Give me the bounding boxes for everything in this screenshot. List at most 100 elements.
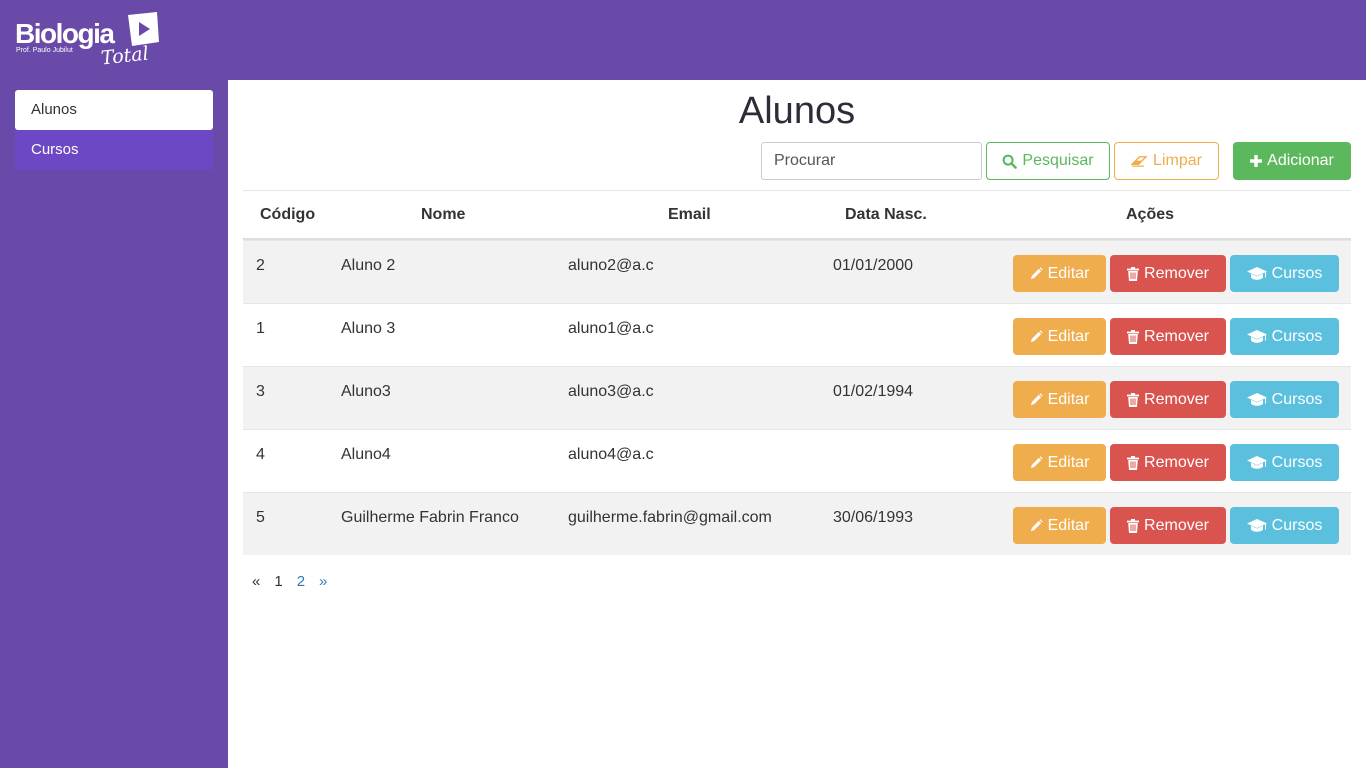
edit-button-label: Editar <box>1047 516 1090 534</box>
table-row: 1 Aluno 3 aluno1@a.c Editar Remover Cursos <box>243 303 1351 366</box>
trash-icon <box>1127 455 1140 470</box>
header-code: Código <box>260 206 316 223</box>
remove-button[interactable]: Remover <box>1110 444 1226 481</box>
brand-logo[interactable]: Biologia Prof. Paulo Jubilut Total <box>15 12 165 72</box>
pagination-page-2[interactable]: 2 <box>290 573 312 590</box>
edit-button[interactable]: Editar <box>1013 381 1106 418</box>
edit-button-label: Editar <box>1047 264 1090 282</box>
trash-icon <box>1127 266 1140 281</box>
edit-button[interactable]: Editar <box>1013 318 1106 355</box>
courses-button-label: Cursos <box>1271 516 1323 534</box>
clear-button[interactable]: Limpar <box>1114 142 1219 180</box>
cell-email: aluno1@a.c <box>568 320 654 337</box>
search-icon <box>1002 154 1018 169</box>
graduation-cap-icon <box>1246 266 1267 281</box>
edit-button[interactable]: Editar <box>1013 255 1106 292</box>
cell-name: Aluno4 <box>341 446 391 463</box>
graduation-cap-icon <box>1246 518 1267 533</box>
cell-code: 3 <box>256 383 265 400</box>
trash-icon <box>1127 329 1140 344</box>
courses-button[interactable]: Cursos <box>1230 381 1339 418</box>
page-title: Alunos <box>738 90 856 132</box>
cell-email: guilherme.fabrin@gmail.com <box>568 509 772 526</box>
cell-birth-date: 01/02/1994 <box>833 383 914 400</box>
cell-email: aluno2@a.c <box>568 257 654 274</box>
courses-button[interactable]: Cursos <box>1230 444 1339 481</box>
cell-name: Aluno 3 <box>341 320 396 337</box>
edit-button-label: Editar <box>1047 390 1090 408</box>
cell-birth-date: 01/01/2000 <box>833 257 914 274</box>
brand-subtitle: Prof. Paulo Jubilut <box>16 47 73 54</box>
remove-button-label: Remover <box>1144 390 1209 408</box>
table-header: Código Nome Email Data Nasc. Ações <box>243 191 1351 240</box>
courses-button[interactable]: Cursos <box>1230 255 1339 292</box>
remove-button-label: Remover <box>1144 453 1209 471</box>
table-row: 3 Aluno3 aluno3@a.c 01/02/1994 Editar Remover… <box>243 366 1351 429</box>
pagination-next[interactable]: » <box>312 573 334 590</box>
play-icon <box>124 12 160 46</box>
cell-name: Aluno3 <box>341 383 391 400</box>
header-birth: Data Nasc. <box>845 206 927 223</box>
cell-birth-date: 30/06/1993 <box>833 509 914 526</box>
remove-button-label: Remover <box>1144 516 1209 534</box>
brand-name: Biologia <box>15 18 115 49</box>
sidebar-item-cursos[interactable]: Cursos <box>15 130 213 170</box>
courses-button-label: Cursos <box>1271 453 1323 471</box>
pagination-page-1[interactable]: 1 <box>267 573 289 590</box>
edit-button[interactable]: Editar <box>1013 507 1106 544</box>
cell-code: 1 <box>256 320 265 337</box>
courses-button-label: Cursos <box>1271 264 1323 282</box>
eraser-icon <box>1131 155 1148 168</box>
cell-code: 2 <box>256 257 265 274</box>
cell-email: aluno4@a.c <box>568 446 654 463</box>
header-actions: Ações <box>1126 206 1175 223</box>
cell-code: 5 <box>256 509 265 526</box>
cell-code: 4 <box>256 446 265 463</box>
pencil-icon <box>1030 267 1043 280</box>
cell-name: Guilherme Fabrin Franco <box>341 509 519 526</box>
courses-button-label: Cursos <box>1271 327 1323 345</box>
courses-button-label: Cursos <box>1271 390 1323 408</box>
trash-icon <box>1127 392 1140 407</box>
graduation-cap-icon <box>1246 329 1267 344</box>
students-table: Código Nome Email Data Nasc. Ações 2 Alun… <box>243 190 1351 555</box>
cell-email: aluno3@a.c <box>568 383 654 400</box>
sidebar-item-alunos[interactable]: Alunos <box>15 90 213 130</box>
header-name: Nome <box>421 206 466 223</box>
courses-button[interactable]: Cursos <box>1230 507 1339 544</box>
top-header: Biologia Prof. Paulo Jubilut Total <box>0 0 1366 80</box>
edit-button[interactable]: Editar <box>1013 444 1106 481</box>
remove-button[interactable]: Remover <box>1110 381 1226 418</box>
remove-button[interactable]: Remover <box>1110 255 1226 292</box>
search-input[interactable] <box>761 142 982 180</box>
courses-button[interactable]: Cursos <box>1230 318 1339 355</box>
graduation-cap-icon <box>1246 392 1267 407</box>
pencil-icon <box>1030 393 1043 406</box>
table-body: 2 Aluno 2 aluno2@a.c 01/01/2000 Editar Remove… <box>243 240 1351 555</box>
sidebar: Alunos Cursos <box>0 80 228 768</box>
search-button-label: Pesquisar <box>1022 152 1094 169</box>
remove-button-label: Remover <box>1144 264 1209 282</box>
add-button[interactable]: Adicionar <box>1233 142 1351 180</box>
pencil-icon <box>1030 330 1043 343</box>
trash-icon <box>1127 518 1140 533</box>
brand-total: Total <box>99 42 150 70</box>
remove-button[interactable]: Remover <box>1110 507 1226 544</box>
remove-button[interactable]: Remover <box>1110 318 1226 355</box>
table-row: 4 Aluno4 aluno4@a.c Editar Remover Cursos <box>243 429 1351 492</box>
clear-button-label: Limpar <box>1153 152 1202 169</box>
plus-icon <box>1250 155 1263 167</box>
pencil-icon <box>1030 456 1043 469</box>
pagination: « 1 2 » <box>252 573 334 590</box>
graduation-cap-icon <box>1246 455 1267 470</box>
cell-name: Aluno 2 <box>341 257 396 274</box>
table-row: 2 Aluno 2 aluno2@a.c 01/01/2000 Editar Remove… <box>243 240 1351 303</box>
edit-button-label: Editar <box>1047 327 1090 345</box>
search-button[interactable]: Pesquisar <box>986 142 1110 180</box>
main-content: Alunos Pesquisar Limpar Adicionar Código… <box>228 80 1366 768</box>
edit-button-label: Editar <box>1047 453 1090 471</box>
add-button-label: Adicionar <box>1267 152 1334 169</box>
header-email: Email <box>668 206 711 223</box>
pagination-prev[interactable]: « <box>252 573 267 590</box>
table-row: 5 Guilherme Fabrin Franco guilherme.fabrin… <box>243 492 1351 555</box>
